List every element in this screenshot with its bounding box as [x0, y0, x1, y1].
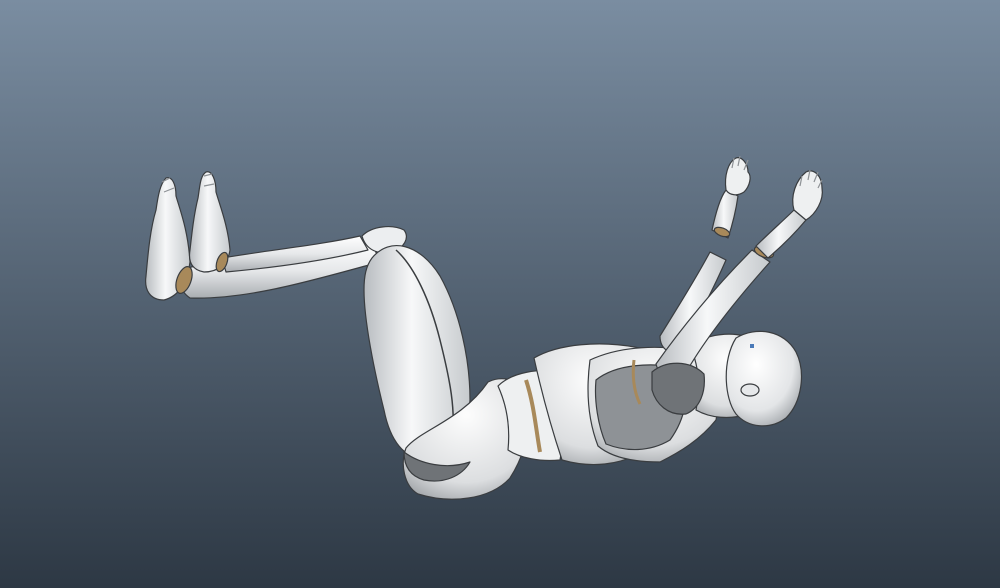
head-marker	[750, 344, 754, 348]
head	[725, 330, 803, 427]
3d-viewport[interactable]	[0, 0, 1000, 588]
viewport-canvas	[0, 0, 1000, 588]
ear	[740, 383, 760, 397]
